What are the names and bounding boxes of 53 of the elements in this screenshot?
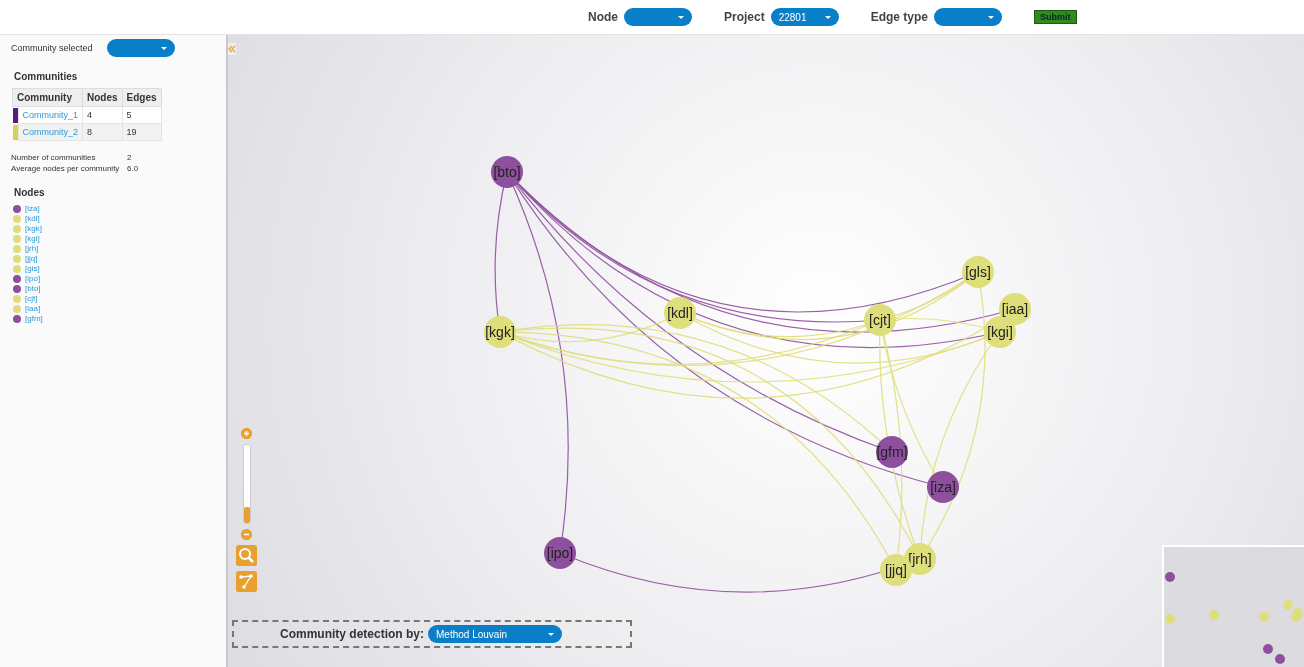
node-label: [jjq] <box>885 562 907 578</box>
graph-node[interactable] <box>864 304 896 336</box>
zoom-slider[interactable] <box>242 444 251 524</box>
node-label: [bto] <box>493 164 521 180</box>
stat-label: Average nodes per community <box>11 164 121 173</box>
section-title: Nodes <box>14 187 46 198</box>
field-label: Edge type <box>870 10 929 24</box>
field-label: Node <box>588 10 618 24</box>
node-link[interactable]: [kgi] <box>25 234 40 243</box>
dropdown[interactable] <box>624 8 692 26</box>
node-link[interactable]: [gfm] <box>25 314 43 323</box>
graph-node[interactable] <box>664 297 696 329</box>
graph-node[interactable] <box>999 293 1031 325</box>
dropdown[interactable]: 22801 <box>770 8 839 26</box>
column-header: Edges <box>122 88 162 107</box>
field-label: Project <box>724 10 765 24</box>
node-link[interactable]: [gls] <box>25 264 40 273</box>
dropdown[interactable]: Method Louvain <box>428 625 562 643</box>
node-label: [gfm] <box>876 444 908 460</box>
graph-node[interactable] <box>544 537 576 569</box>
graph-node[interactable] <box>927 471 959 503</box>
field-label: Community selected <box>11 43 93 53</box>
node-link[interactable]: [jrh] <box>25 244 39 253</box>
node-label: [kgk] <box>485 324 515 340</box>
column-header: Community <box>12 88 83 107</box>
node-link[interactable]: [kdl] <box>25 214 40 223</box>
stat-value: 6.0 <box>127 164 140 173</box>
node-link[interactable]: [iza] <box>25 204 40 213</box>
graph-node[interactable] <box>484 316 516 348</box>
node-label: [kdl] <box>667 305 693 321</box>
node-label: [cjt] <box>869 312 891 328</box>
node-label: [ipo] <box>546 545 574 561</box>
node-link[interactable]: [kgk] <box>25 224 42 233</box>
node-link[interactable]: [iaa] <box>25 304 41 313</box>
field-label: Community detection by: <box>280 627 424 641</box>
graph-node[interactable] <box>962 256 994 288</box>
stat-value: 2 <box>127 153 133 162</box>
node-label: [gls] <box>965 264 991 280</box>
graph-node[interactable] <box>491 156 523 188</box>
node-link[interactable]: [jjq] <box>25 254 38 263</box>
graph-node[interactable] <box>876 436 908 468</box>
node-label: [iaa] <box>1001 301 1029 317</box>
column-header: Nodes <box>82 88 123 107</box>
node-label: [kgi] <box>987 324 1013 340</box>
dropdown[interactable] <box>106 39 175 57</box>
stat-label: Number of communities <box>11 153 97 162</box>
node-link[interactable]: [bto] <box>25 284 41 293</box>
node-link[interactable]: [ipo] <box>25 274 41 283</box>
node-link[interactable]: [cjt] <box>25 294 38 303</box>
submit-button[interactable]: Submit <box>1034 10 1077 24</box>
section-title: Communities <box>14 71 79 82</box>
dropdown[interactable] <box>934 8 1003 26</box>
node-label: [iza] <box>930 479 956 495</box>
